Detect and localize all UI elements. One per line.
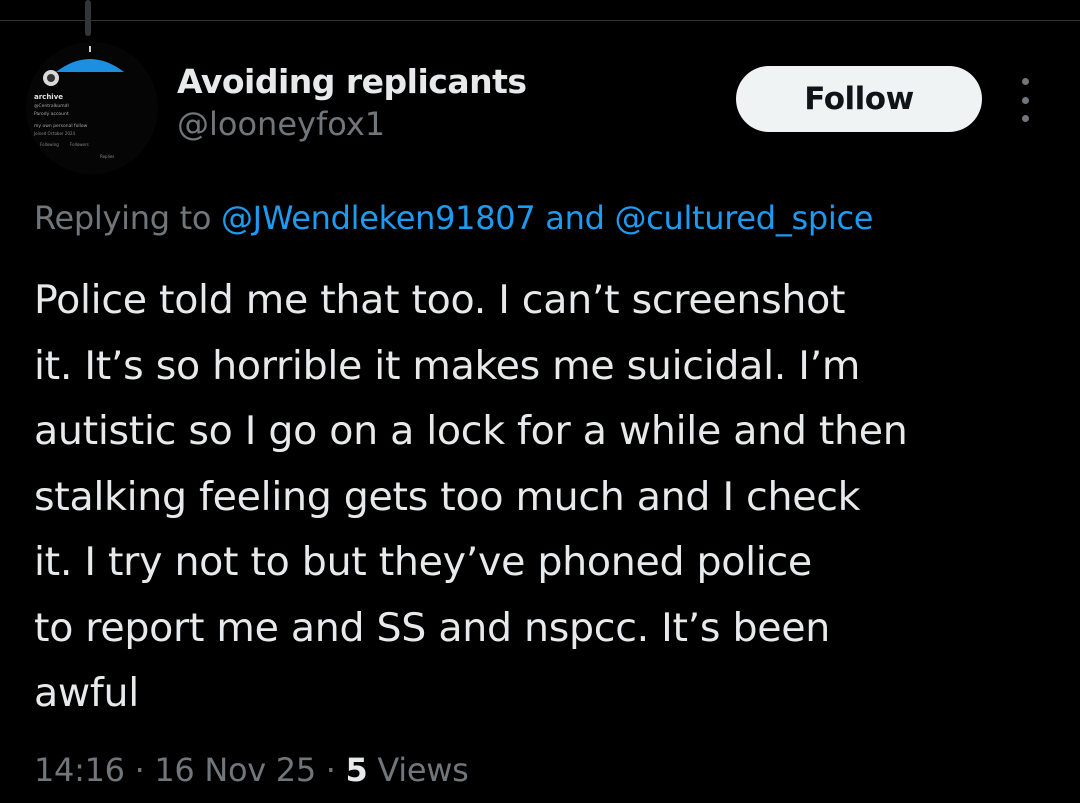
avatar-text-6: Followers [70,142,89,147]
avatar-text-3: my own personal follow [34,123,88,129]
mention-conjunction: and [545,199,605,237]
avatar-text-5: Following [40,142,59,147]
top-divider [0,20,1080,21]
tweet-time[interactable]: 14:16 [34,751,125,789]
replying-to-line: Replying to @JWendleken91807 and @cultur… [34,196,873,240]
more-vertical-icon [1021,78,1029,85]
more-vertical-icon-dot [1021,115,1029,122]
tweet-text: Police told me that too. I can’t screens… [34,277,908,716]
mention-link-1[interactable]: @JWendleken91807 [221,199,536,237]
avatar-text-0: archive [34,93,63,101]
mention-link-2[interactable]: @cultured_spice [614,199,873,237]
meta-separator: · [315,751,346,789]
views-count[interactable]: 5 [346,751,368,789]
avatar[interactable]: archive @Centralkumdl Parody account my … [26,42,158,174]
replying-to-label: Replying to [34,199,212,237]
avatar-text-7: Replies [100,154,114,159]
avatar-text-1: @Centralkumdl [34,103,69,109]
thread-connector-line [85,0,91,36]
more-options-button[interactable] [1008,78,1042,122]
tweet-metadata: 14:16 · 16 Nov 25 · 5 Views [34,748,469,792]
author-handle[interactable]: @looneyfox1 [177,104,527,144]
tweet-date[interactable]: 16 Nov 25 [154,751,316,789]
avatar-text-2: Parody account [34,111,69,117]
more-vertical-icon-dot [1021,96,1029,104]
avatar-text-4: Joined October 2024 [33,131,75,136]
follow-button[interactable]: Follow [736,66,982,132]
avatar-image: archive @Centralkumdl Parody account my … [26,42,158,174]
views-label[interactable]: Views [377,751,468,789]
author-display-name[interactable]: Avoiding replicants [177,60,527,104]
meta-separator: · [124,751,155,789]
author-header: Avoiding replicants @looneyfox1 [177,60,527,144]
